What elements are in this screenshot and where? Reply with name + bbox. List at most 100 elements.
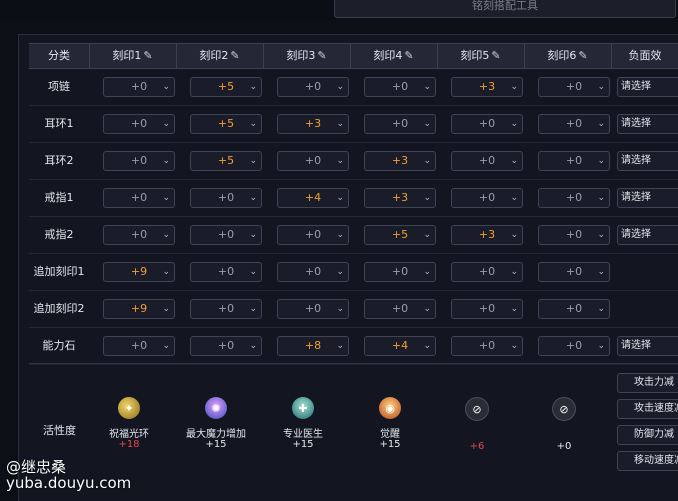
chevron-down-icon: ⌄ (510, 267, 518, 277)
engraving-level-select[interactable]: +0 ⌄ (538, 299, 610, 319)
negative-effect-select[interactable]: 请选择 (617, 114, 678, 134)
engraving-name: 专业医生 (283, 429, 323, 440)
engraving-level-select[interactable]: +5 ⌄ (190, 114, 262, 134)
engraving-level-select[interactable]: +0 ⌄ (190, 225, 262, 245)
negative-effect-select[interactable]: 请选择 (617, 77, 678, 97)
select-value: +3 (391, 191, 409, 204)
engraving-level-select[interactable]: +4 ⌄ (364, 336, 436, 356)
engraving-level-select[interactable]: +0 ⌄ (277, 151, 349, 171)
negative-effect-select[interactable]: 请选择 (617, 151, 678, 171)
chevron-down-icon: ⌄ (510, 230, 518, 240)
negative-effect-select[interactable]: 请选择 (617, 188, 678, 208)
engraving-level-select[interactable]: +3 ⌄ (277, 114, 349, 134)
engraving-level-select[interactable]: +8 ⌄ (277, 336, 349, 356)
select-value: +0 (304, 302, 322, 315)
chevron-down-icon: ⌄ (510, 341, 518, 351)
engraving-level-select[interactable]: +0 ⌄ (277, 262, 349, 282)
header-engraving-1[interactable]: 刻印1 ✎ (89, 44, 177, 68)
chevron-down-icon: ⌄ (336, 193, 344, 203)
empty-slot-icon: ⊘ (465, 397, 489, 421)
engraving-level-select[interactable]: +0 ⌄ (538, 225, 610, 245)
chevron-down-icon: ⌄ (597, 193, 605, 203)
engraving-level-select[interactable]: +0 ⌄ (451, 188, 523, 208)
negative-effect-button[interactable]: 攻击速度减 (617, 399, 678, 419)
engraving-level-select[interactable]: +0 ⌄ (277, 299, 349, 319)
select-value: +0 (565, 117, 583, 130)
engraving-level-select[interactable]: +0 ⌄ (190, 299, 262, 319)
activity-value: +0 (556, 441, 572, 452)
select-value: +0 (565, 228, 583, 241)
engraving-level-select[interactable]: +0 ⌄ (451, 151, 523, 171)
engraving-level-select[interactable]: +9 ⌄ (103, 262, 175, 282)
engraving-level-select[interactable]: +3 ⌄ (451, 225, 523, 245)
chevron-down-icon: ⌄ (162, 304, 170, 314)
engraving-level-select[interactable]: +0 ⌄ (103, 336, 175, 356)
negative-effect-button[interactable]: 防御力减 (617, 425, 678, 445)
engraving-level-select[interactable]: +0 ⌄ (103, 114, 175, 134)
chevron-down-icon: ⌄ (162, 230, 170, 240)
select-value: +0 (478, 302, 496, 315)
select-value: +8 (304, 339, 322, 352)
negative-effect-button[interactable]: 攻击力减 (617, 373, 678, 393)
engraving-level-select[interactable]: +0 ⌄ (364, 299, 436, 319)
engraving-level-select[interactable]: +0 ⌄ (538, 336, 610, 356)
chevron-down-icon: ⌄ (336, 156, 344, 166)
negative-effect-button[interactable]: 移动速度减 (617, 451, 678, 471)
engraving-level-select[interactable]: +0 ⌄ (277, 225, 349, 245)
chevron-down-icon: ⌄ (597, 82, 605, 92)
negative-effect-select[interactable]: 请选择 (617, 336, 678, 356)
empty-slot-icon: ⊘ (552, 397, 576, 421)
chevron-down-icon: ⌄ (162, 82, 170, 92)
header-engraving-4[interactable]: 刻印4 ✎ (350, 44, 438, 68)
engraving-level-select[interactable]: +0 ⌄ (190, 188, 262, 208)
engraving-level-select[interactable]: +0 ⌄ (364, 77, 436, 97)
header-engraving-2[interactable]: 刻印2 ✎ (176, 44, 264, 68)
engraving-level-select[interactable]: +0 ⌄ (451, 262, 523, 282)
activity-value: +15 (205, 439, 227, 450)
engraving-level-select[interactable]: +0 ⌄ (538, 262, 610, 282)
engraving-level-select[interactable]: +0 ⌄ (538, 151, 610, 171)
engraving-level-select[interactable]: +4 ⌄ (277, 188, 349, 208)
select-value: +0 (130, 228, 148, 241)
engraving-level-select[interactable]: +5 ⌄ (364, 225, 436, 245)
section-divider (29, 363, 678, 364)
chevron-down-icon: ⌄ (423, 267, 431, 277)
engraving-level-select[interactable]: +0 ⌄ (364, 262, 436, 282)
engraving-activity: ✦ 祝福光环 +18 (89, 397, 169, 450)
table-row: 追加刻印2 +9 ⌄ +0 ⌄ +0 ⌄ +0 ⌄ +0 ⌄ +0 ⌄ (29, 291, 678, 328)
chevron-down-icon: ⌄ (249, 267, 257, 277)
engraving-level-select[interactable]: +3 ⌄ (364, 188, 436, 208)
header-engraving-5[interactable]: 刻印5 ✎ (437, 44, 525, 68)
engraving-level-select[interactable]: +0 ⌄ (451, 299, 523, 319)
engraving-level-select[interactable]: +0 ⌄ (190, 336, 262, 356)
engraving-level-select[interactable]: +5 ⌄ (190, 151, 262, 171)
engraving-level-select[interactable]: +0 ⌄ (277, 77, 349, 97)
select-value: +0 (565, 80, 583, 93)
header-engraving-3[interactable]: 刻印3 ✎ (263, 44, 351, 68)
engraving-level-select[interactable]: +0 ⌄ (103, 77, 175, 97)
select-value: +3 (304, 117, 322, 130)
engraving-level-select[interactable]: +9 ⌄ (103, 299, 175, 319)
negative-effect-select[interactable]: 请选择 (617, 225, 678, 245)
select-value: +0 (565, 265, 583, 278)
engraving-level-select[interactable]: +0 ⌄ (538, 77, 610, 97)
chevron-down-icon: ⌄ (423, 119, 431, 129)
chevron-down-icon: ⌄ (597, 304, 605, 314)
engraving-level-select[interactable]: +0 ⌄ (538, 114, 610, 134)
row-label: 能力石 (42, 339, 76, 352)
select-value: +4 (391, 339, 409, 352)
engraving-name: 觉醒 (380, 429, 400, 440)
engraving-level-select[interactable]: +3 ⌄ (364, 151, 436, 171)
engraving-level-select[interactable]: +0 ⌄ (190, 262, 262, 282)
tool-title-box: 铭刻搭配工具 (334, 0, 676, 18)
engraving-level-select[interactable]: +0 ⌄ (103, 188, 175, 208)
engraving-level-select[interactable]: +0 ⌄ (103, 151, 175, 171)
engraving-level-select[interactable]: +5 ⌄ (190, 77, 262, 97)
engraving-level-select[interactable]: +0 ⌄ (364, 114, 436, 134)
engraving-level-select[interactable]: +0 ⌄ (538, 188, 610, 208)
engraving-level-select[interactable]: +0 ⌄ (451, 114, 523, 134)
header-engraving-6[interactable]: 刻印6 ✎ (524, 44, 612, 68)
engraving-level-select[interactable]: +0 ⌄ (451, 336, 523, 356)
engraving-level-select[interactable]: +3 ⌄ (451, 77, 523, 97)
engraving-level-select[interactable]: +0 ⌄ (103, 225, 175, 245)
